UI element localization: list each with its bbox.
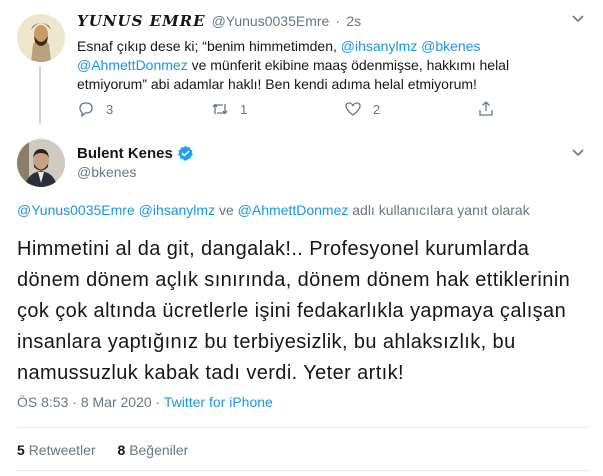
timestamp[interactable]: 2s [346,13,361,29]
avatar[interactable] [17,14,65,62]
handle[interactable]: @Yunus0035Emre [212,13,330,29]
mention-link[interactable]: @AhmettDonmez [238,202,349,218]
avatar-image [17,14,65,62]
retweet-button[interactable]: 1 [211,100,247,118]
handle[interactable]: @bkenes [77,164,136,180]
tweet-stats: 5 Retweetler 8 Beğeniler [17,442,188,458]
avatar-image [17,139,65,187]
retweet-count: 1 [240,101,248,117]
reply-button[interactable]: 3 [77,100,113,118]
verified-badge-icon [177,145,193,161]
mention-link[interactable]: @Yunus0035Emre [17,202,135,218]
like-count: 8 [117,442,126,458]
tweet-meta: ÖS 8:53 · 8 Mar 2020 · Twitter for iPhon… [17,394,273,410]
share-icon [479,101,493,116]
like-label: Beğeniler [129,442,189,458]
retweets-stat[interactable]: 5 Retweetler [17,442,96,458]
retweet-icon [212,103,228,115]
reply-count: 3 [106,101,114,117]
divider [17,427,590,428]
display-name-row[interactable]: Bulent Kenes [77,145,194,162]
display-name[interactable]: YUNUS EMRE [77,12,206,30]
tweet-time[interactable]: ÖS 8:53 [17,394,68,410]
tweet-actions: 3 1 2 [77,100,517,120]
retweet-count: 5 [17,442,25,458]
like-icon [345,102,361,116]
tweet-text: Himmetini al da git, dangalak!.. Profesy… [17,238,571,384]
mention-link[interactable]: @AhmettDonmez [77,57,188,73]
text-segment: Esnaf çıkıp dese ki; “benim himmetimden, [77,38,341,54]
reply-icon [79,102,93,118]
tweet-header: YUNUS EMRE @Yunus0035Emre · 2s [77,12,361,30]
chevron-down-icon[interactable] [571,11,585,28]
text-segment: ve [215,202,238,218]
separator: · [151,394,164,410]
likes-stat[interactable]: 8 Beğeniler [118,442,189,458]
mention-link[interactable]: @bkenes [421,38,480,54]
separator: · [335,13,341,29]
share-button[interactable] [477,100,506,118]
tweet-text: Esnaf çıkıp dese ki; “benim himmetimden,… [77,37,517,94]
like-count: 2 [373,101,381,117]
display-name[interactable]: Bulent Kenes [77,145,173,162]
text-segment: adlı kullanıcılara yanıt olarak [348,202,530,218]
like-button[interactable]: 2 [344,100,380,118]
mention-link[interactable]: @ihsanylmz [341,38,417,54]
avatar[interactable] [17,139,65,187]
replying-to: @Yunus0035Emre @ihsanylmz ve @AhmettDonm… [17,202,530,218]
tweet-date[interactable]: 8 Mar 2020 [81,394,152,410]
separator: · [68,394,81,410]
source-link[interactable]: Twitter for iPhone [164,394,273,410]
thread-line [39,66,41,124]
retweet-label: Retweetler [28,442,96,458]
mention-link[interactable]: @ihsanylmz [139,202,215,218]
chevron-down-icon[interactable] [571,145,585,162]
divider [17,470,590,471]
